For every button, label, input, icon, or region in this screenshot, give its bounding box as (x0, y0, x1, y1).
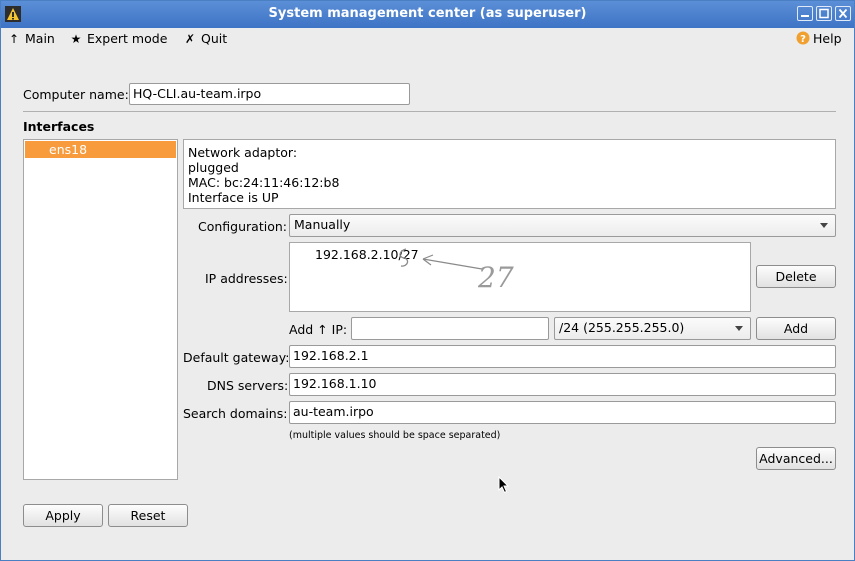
app-window: System management center (as superuser) … (0, 0, 855, 561)
netmask-select[interactable]: /24 (255.255.255.0) (554, 317, 751, 340)
minimize-button[interactable] (797, 6, 813, 21)
info-link: Interface is UP (188, 190, 279, 205)
menu-quit[interactable]: ✗ Quit (183, 31, 227, 47)
add-ip-label-prefix: Add (289, 322, 314, 337)
apply-button[interactable]: Apply (23, 504, 103, 527)
menu-help-label: Help (813, 31, 842, 46)
tools-icon: ✗ (184, 32, 196, 46)
annotation-text: 27 (477, 261, 514, 293)
add-ip-label-suffix: IP: (331, 322, 348, 337)
interface-item-ens18[interactable]: ens18 (25, 141, 176, 158)
interfaces-heading: Interfaces (23, 119, 95, 134)
delete-button[interactable]: Delete (756, 265, 836, 288)
advanced-button[interactable]: Advanced... (756, 447, 836, 470)
maximize-icon (819, 8, 829, 19)
chevron-down-icon (735, 326, 743, 331)
search-domains-hint: (multiple values should be space separat… (289, 430, 501, 441)
separator (23, 111, 836, 112)
close-button[interactable] (835, 6, 851, 21)
ip-addresses-list[interactable]: 192.168.2.10/27 27 (289, 242, 751, 312)
reset-button[interactable]: Reset (108, 504, 188, 527)
info-mac: MAC: bc:24:11:46:12:b8 (188, 175, 340, 190)
handwritten-annotation: 27 (399, 248, 514, 293)
interface-info-panel: Network adaptor: plugged MAC: bc:24:11:4… (183, 139, 836, 209)
minimize-icon (801, 15, 809, 17)
window-title: System management center (as superuser) (268, 6, 587, 21)
info-adaptor: Network adaptor: (188, 145, 298, 160)
help-icon: ? (796, 31, 810, 45)
gateway-label: Default gateway: (183, 350, 290, 365)
computer-name-input[interactable]: HQ-CLI.au-team.irpo (129, 83, 410, 105)
dns-label: DNS servers: (207, 378, 289, 393)
menu-expert-mode[interactable]: ★ Expert mode (69, 31, 168, 47)
mouse-cursor-icon (498, 476, 510, 494)
add-button[interactable]: Add (756, 317, 836, 340)
menu-quit-label: Quit (201, 31, 228, 46)
ip-addresses-label: IP addresses: (205, 271, 288, 286)
chevron-down-icon (820, 223, 828, 228)
menu-bar: ↑ Main ★ Expert mode ✗ Quit ? Help (1, 28, 854, 50)
arrow-up-icon: ↑ (317, 322, 328, 337)
menu-help[interactable]: ? Help (796, 31, 842, 47)
configuration-value: Manually (294, 217, 351, 232)
gateway-input[interactable]: 192.168.2.1 (289, 345, 836, 368)
menu-expert-mode-label: Expert mode (87, 31, 168, 46)
search-domains-input[interactable]: au-team.irpo (289, 401, 836, 424)
close-icon (838, 8, 848, 19)
arrow-up-icon: ↑ (8, 32, 20, 46)
svg-text:?: ? (800, 34, 806, 45)
info-status: plugged (188, 160, 239, 175)
dns-input[interactable]: 192.168.1.10 (289, 373, 836, 396)
menu-main-label: Main (25, 31, 55, 46)
computer-name-label: Computer name: (23, 87, 129, 102)
maximize-button[interactable] (816, 6, 832, 21)
add-ip-input[interactable] (351, 317, 549, 340)
configuration-select[interactable]: Manually (289, 214, 836, 237)
star-icon: ★ (70, 32, 82, 46)
netmask-value: /24 (255.255.255.0) (559, 320, 685, 335)
menu-main[interactable]: ↑ Main (7, 31, 55, 47)
interfaces-list[interactable]: ens18 (23, 139, 178, 480)
title-bar[interactable]: System management center (as superuser) (1, 1, 854, 28)
configuration-label: Configuration: (198, 219, 287, 234)
add-ip-label: Add ↑ IP: (289, 322, 347, 337)
interface-item-label: ens18 (49, 142, 88, 157)
search-domains-label: Search domains: (183, 406, 288, 421)
